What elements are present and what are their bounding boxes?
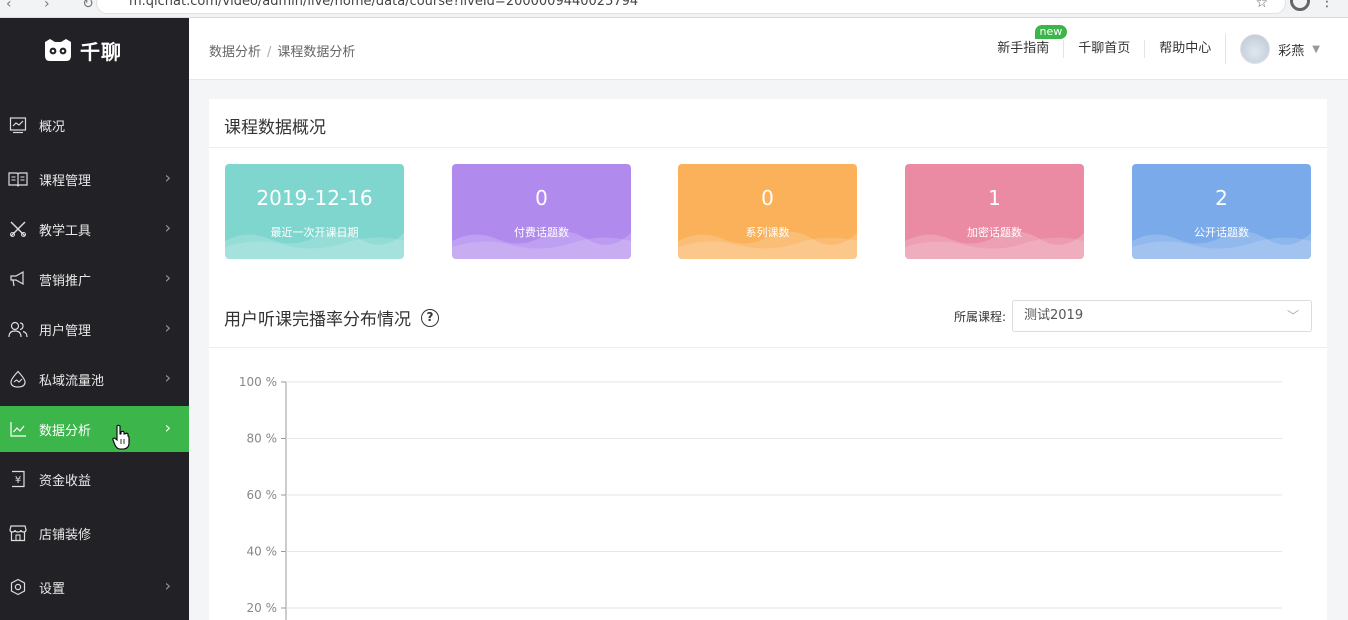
breadcrumb: 数据分析 / 课程数据分析	[209, 45, 356, 60]
browser-toolbar: ‹ › ↻ m.qlchat.com/video/admin/live/home…	[0, 0, 1348, 18]
address-bar[interactable]: m.qlchat.com/video/admin/live/home/data/…	[96, 0, 1286, 14]
main-panel: 课程数据概况 2019-12-16 最近一次开课日期 0 付费话题数 0 系列课数 1 加密话…	[209, 99, 1327, 620]
user-menu[interactable]: 彩燕 ▼	[1225, 34, 1320, 64]
stat-label: 公开话题数	[1194, 226, 1249, 239]
chevron-down-icon: ﹀	[1286, 309, 1299, 323]
y-tick-label: 80 %	[247, 432, 278, 446]
stat-value: 2019-12-16	[256, 186, 373, 210]
help-icon[interactable]: ?	[421, 308, 439, 327]
distribution-title-text: 用户听课完播率分布情况	[224, 310, 411, 330]
sidebar-item-label: 概况	[39, 119, 66, 135]
chevron-right-icon: ›	[164, 218, 171, 237]
teaching-tools-icon	[8, 219, 28, 239]
chevron-right-icon: ›	[164, 368, 171, 387]
sidebar-item-label: 设置	[39, 581, 66, 597]
breadcrumb-item-course-data: 课程数据分析	[277, 45, 356, 60]
sidebar-item-teaching-tools[interactable]: 教学工具 ›	[0, 206, 189, 252]
new-badge: new	[1034, 25, 1068, 39]
chevron-right-icon: ›	[164, 318, 171, 337]
header-links: 新手指南 new 千聊首页 帮助中心 彩燕 ▼	[983, 25, 1320, 64]
sidebar-item-traffic-pool[interactable]: 私域流量池 ›	[0, 356, 189, 402]
logo[interactable]: 千聊	[42, 36, 122, 64]
y-tick-label: 100 %	[239, 375, 277, 389]
stat-card: 0 付费话题数	[452, 164, 631, 259]
y-tick-label: 40 %	[247, 545, 278, 559]
sidebar-item-label: 教学工具	[39, 223, 92, 239]
stat-value: 1	[988, 186, 1001, 210]
sidebar-item-course-management[interactable]: 课程管理 ›	[0, 156, 189, 202]
sidebar-item-label: 店铺装修	[39, 527, 92, 543]
browser-nav-icons[interactable]: ‹ › ↻	[6, 0, 108, 12]
logo-mascot-icon	[42, 38, 74, 62]
sidebar-item-overview[interactable]: 概况	[0, 102, 189, 148]
sidebar-item-label: 营销推广	[39, 273, 92, 289]
sidebar-item-settings[interactable]: 设置 ›	[0, 564, 189, 610]
distribution-title: 用户听课完播率分布情况 ?	[224, 305, 439, 330]
help-center-link[interactable]: 帮助中心	[1144, 40, 1225, 58]
svg-text:¥: ¥	[15, 475, 21, 486]
stat-card: 1 加密话题数	[905, 164, 1084, 259]
beginner-guide-link[interactable]: 新手指南 new	[983, 25, 1068, 58]
sidebar-item-label: 课程管理	[39, 173, 92, 189]
sidebar-item-marketing[interactable]: 营销推广 ›	[0, 256, 189, 302]
course-select-value: 测试2019	[1024, 308, 1084, 323]
beginner-guide-label: 新手指南	[997, 41, 1050, 56]
sidebar-item-label: 资金收益	[39, 473, 92, 489]
stat-label: 最近一次开课日期	[270, 226, 359, 239]
more-menu-icon[interactable]: ⋮	[1320, 0, 1334, 10]
overview-icon	[8, 115, 28, 135]
top-header: 数据分析 / 课程数据分析 新手指南 new 千聊首页 帮助中心 彩燕 ▼	[189, 18, 1348, 80]
qianliao-home-link[interactable]: 千聊首页	[1063, 40, 1144, 58]
traffic-pool-icon	[8, 369, 28, 389]
course-filter: 所属课程: 测试2019 ﹀	[954, 300, 1312, 332]
store-decoration-icon	[8, 523, 28, 543]
chevron-right-icon: ›	[164, 168, 171, 187]
chevron-right-icon: ›	[164, 418, 171, 437]
brand-name: 千聊	[80, 39, 122, 64]
completion-rate-chart: 100 % 80 % 60 % 40 % 20 %	[239, 375, 1282, 620]
stat-value: 0	[761, 186, 774, 210]
chevron-right-icon: ›	[164, 576, 171, 595]
stat-card: 2019-12-16 最近一次开课日期	[225, 164, 404, 259]
overview-title: 课程数据概况	[224, 118, 326, 138]
sidebar-item-user-management[interactable]: 用户管理 ›	[0, 306, 189, 352]
course-management-icon	[8, 169, 28, 189]
avatar	[1240, 34, 1271, 64]
sidebar-item-revenue[interactable]: ¥ 资金收益	[0, 456, 189, 502]
stat-label: 加密话题数	[967, 226, 1022, 239]
user-management-icon	[8, 319, 28, 339]
filter-label: 所属课程:	[953, 309, 1006, 324]
stat-value: 2	[1215, 186, 1228, 210]
caret-down-icon: ▼	[1312, 43, 1320, 55]
chevron-right-icon: ›	[164, 268, 171, 287]
sidebar-item-store-decoration[interactable]: 店铺装修	[0, 510, 189, 556]
stat-label: 系列课数	[745, 226, 790, 239]
hand-cursor-icon	[112, 424, 130, 450]
y-tick-label: 60 %	[247, 488, 278, 502]
sidebar-item-label: 数据分析	[39, 423, 92, 439]
divider	[209, 147, 1327, 148]
marketing-icon	[8, 269, 28, 289]
sidebar-item-label: 用户管理	[39, 323, 92, 339]
settings-icon	[8, 577, 28, 597]
revenue-icon: ¥	[8, 469, 28, 489]
profile-icon[interactable]	[1290, 0, 1310, 11]
user-name: 彩燕	[1278, 43, 1305, 59]
sidebar-item-data-analysis[interactable]: 数据分析 ›	[0, 406, 189, 452]
stat-label: 付费话题数	[514, 226, 569, 239]
breadcrumb-item-data-analysis[interactable]: 数据分析	[209, 45, 261, 60]
course-select[interactable]: 测试2019 ﹀	[1012, 300, 1312, 332]
y-tick-label: 20 %	[247, 601, 278, 615]
bookmark-star-icon[interactable]: ☆	[1255, 0, 1268, 11]
data-analysis-icon	[8, 419, 28, 439]
stat-card: 2 公开话题数	[1132, 164, 1311, 259]
sidebar-item-label: 私域流量池	[39, 373, 105, 389]
stat-card: 0 系列课数	[678, 164, 857, 259]
sidebar: 千聊 概况课程管理 › 教学工具 › 营销推广 › 用户管理 › 私域流量池 › 数据分析 › ¥ 资金收…	[0, 18, 189, 620]
stat-value: 0	[535, 186, 548, 210]
